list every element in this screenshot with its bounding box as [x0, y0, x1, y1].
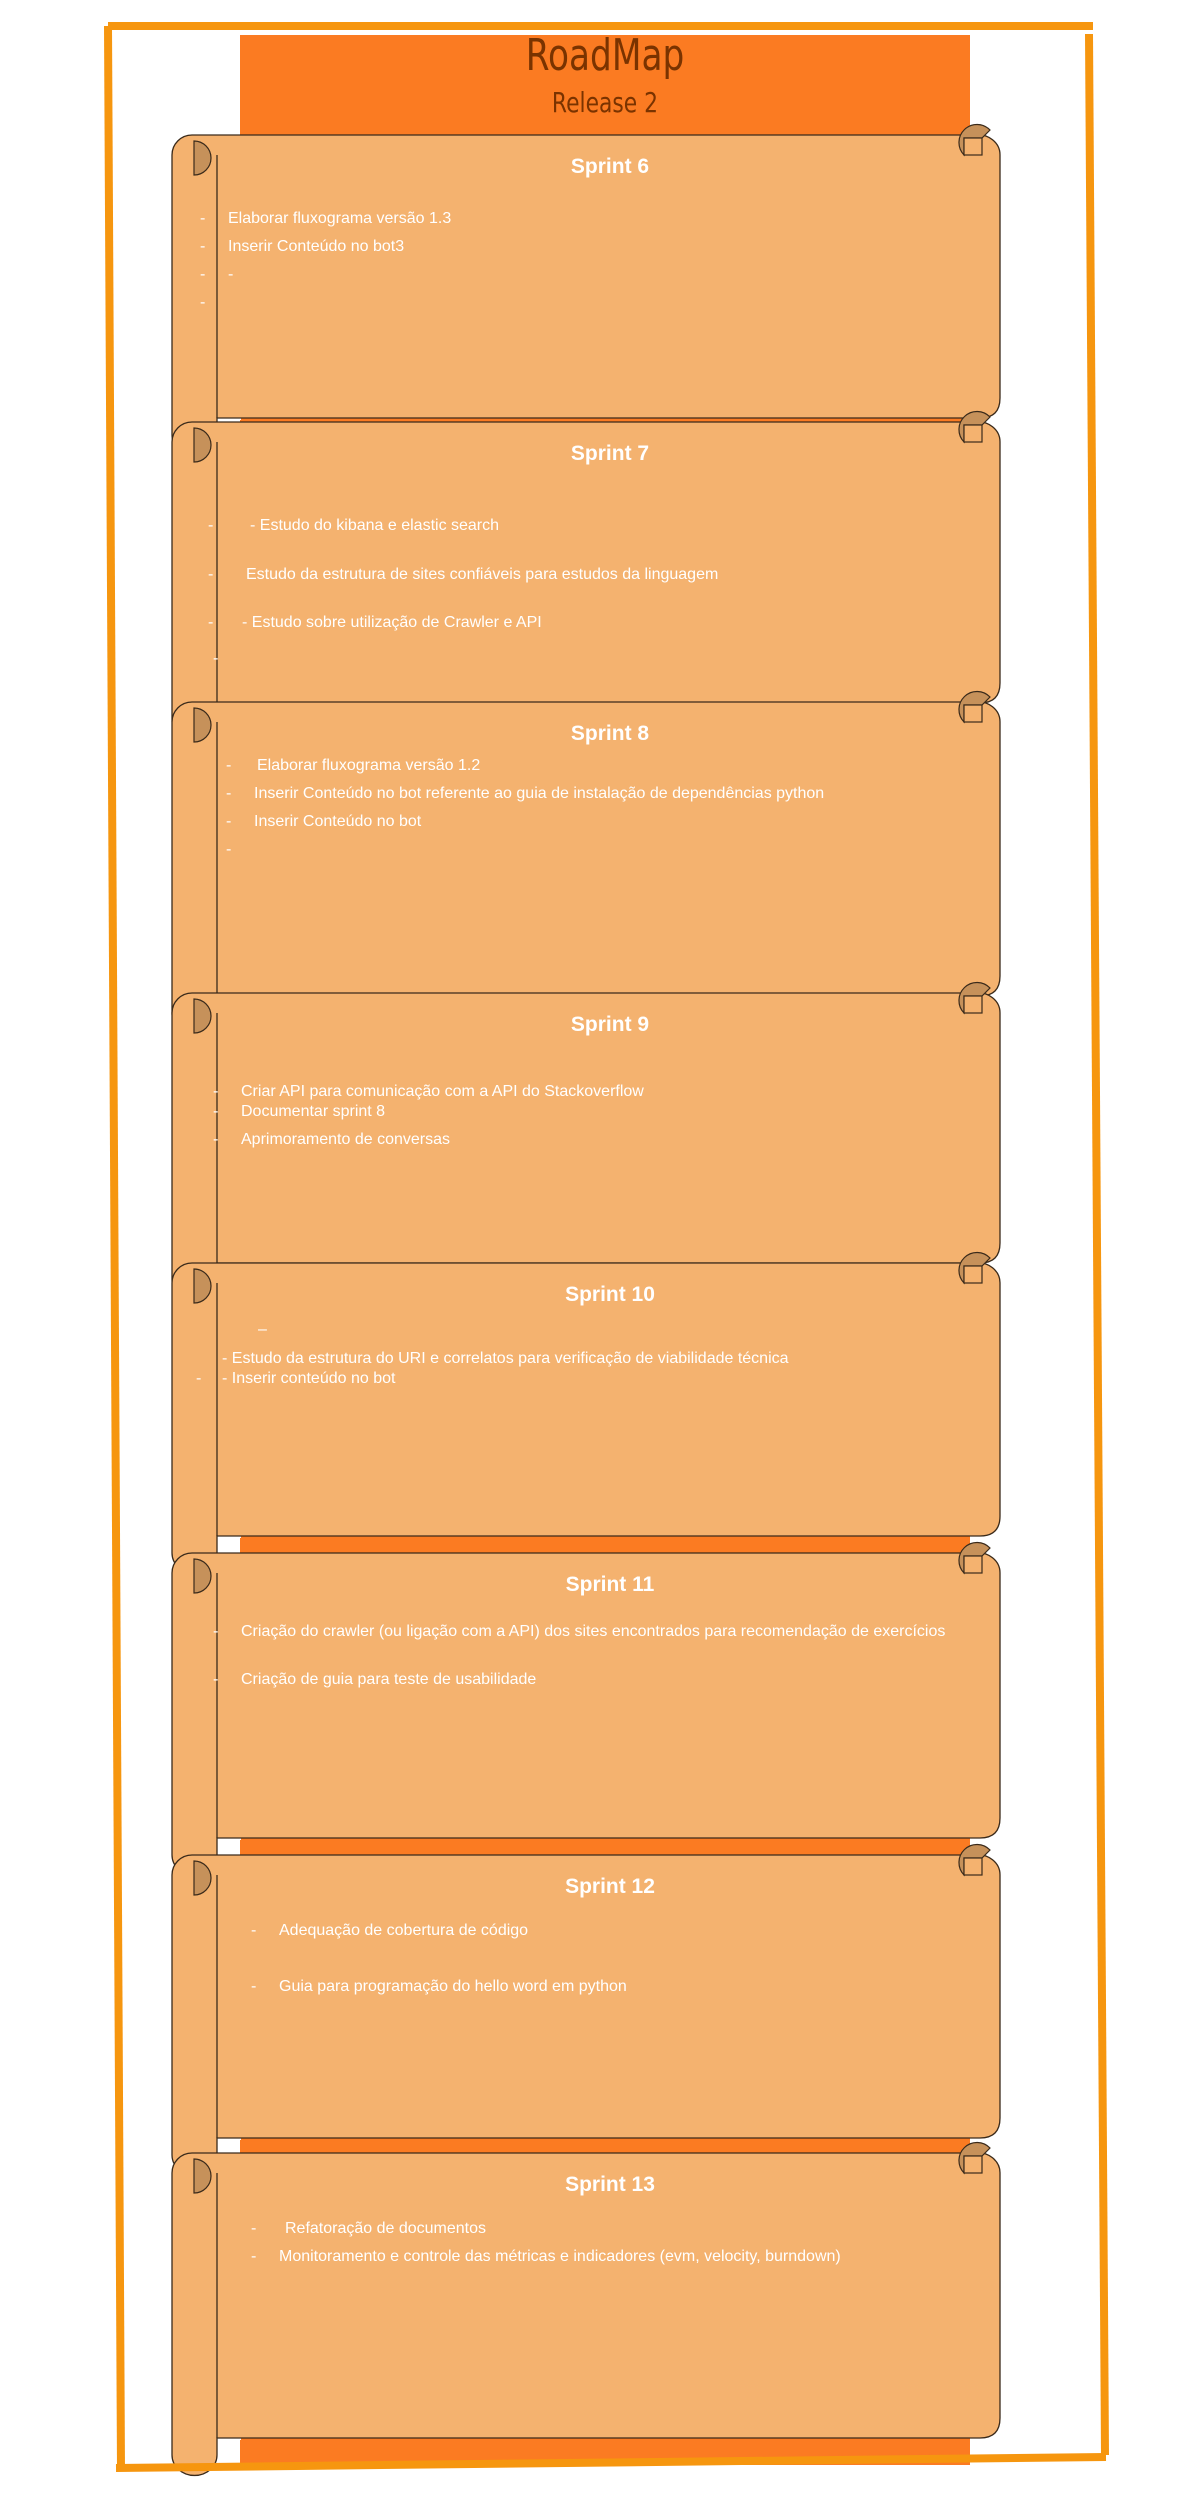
- scroll-curl-tab: [963, 995, 983, 1014]
- task-bullet: -: [196, 1370, 202, 1387]
- task-item: Criação de guia para teste de usabilidad…: [241, 1671, 537, 1688]
- task-bullet: -: [226, 841, 232, 858]
- task-item: - Estudo do kibana e elastic search: [250, 517, 500, 534]
- sprint-title: Sprint 13: [565, 2173, 655, 2196]
- task-item: –: [258, 1321, 267, 1338]
- task-item: -: [228, 266, 234, 283]
- scroll-body: [171, 1552, 1001, 1877]
- sprint-title: Sprint 7: [570, 442, 650, 465]
- page-title: RoadMap: [525, 30, 685, 81]
- task-bullet: -: [200, 266, 206, 283]
- release-subtitle: Release 2: [551, 86, 659, 119]
- scroll-body: [171, 134, 1001, 457]
- scroll-curl-tab: [963, 424, 983, 443]
- task-bullet: -: [200, 210, 206, 227]
- roadmap-frame: [104, 22, 1109, 2477]
- task-bullet: -: [200, 238, 206, 255]
- task-item: Adequação de cobertura de código: [279, 1922, 529, 1939]
- sprint-title: Sprint 11: [565, 1573, 655, 1596]
- scroll-curl-tab: [963, 1555, 983, 1574]
- task-item: Inserir Conteúdo no bot: [254, 813, 422, 830]
- sprint-title: Sprint 6: [570, 155, 650, 178]
- task-item: Refatoração de documentos: [285, 2220, 487, 2237]
- sprint-title: Sprint 8: [570, 722, 650, 745]
- task-bullet: -: [251, 2220, 257, 2237]
- scroll-body: [171, 2152, 1001, 2477]
- scroll-curl-tab: [963, 2155, 983, 2174]
- task-bullet: -: [251, 1978, 257, 1995]
- task-bullet: -: [226, 785, 232, 802]
- task-item: Documentar sprint 8: [241, 1103, 386, 1120]
- task-bullet: -: [251, 1922, 257, 1939]
- task-bullet: -: [213, 650, 219, 667]
- scroll-curl-tab: [963, 137, 983, 156]
- task-item: - Estudo sobre utilização de Crawler e A…: [242, 614, 542, 631]
- sprint-title: Sprint 12: [565, 1875, 655, 1898]
- task-item: Inserir Conteúdo no bot referente ao gui…: [254, 785, 825, 802]
- task-bullet: -: [213, 1623, 219, 1640]
- task-bullet: -: [213, 1131, 219, 1148]
- task-bullet: -: [226, 813, 232, 830]
- task-item: Criação do crawler (ou ligação com a API…: [241, 1623, 946, 1640]
- task-item: Criar API para comunicação com a API do …: [241, 1083, 644, 1100]
- task-item: Estudo da estrutura de sites confiáveis …: [246, 566, 719, 583]
- task-bullet: -: [213, 1083, 219, 1100]
- sprint-title: Sprint 9: [570, 1013, 650, 1036]
- task-bullet: -: [213, 1671, 219, 1688]
- scroll-curl-tab: [963, 1857, 983, 1876]
- task-bullet: -: [226, 757, 232, 774]
- sprint-title: Sprint 10: [565, 1283, 655, 1306]
- task-item: Guia para programação do hello word em p…: [279, 1978, 627, 1995]
- task-bullet: -: [213, 1103, 219, 1120]
- task-bullet: -: [251, 2248, 257, 2265]
- task-item: Inserir Conteúdo no bot3: [228, 238, 405, 255]
- task-bullet: -: [208, 566, 214, 583]
- task-item: Elaborar fluxograma versão 1.2: [257, 757, 481, 774]
- task-item: - Inserir conteúdo no bot: [222, 1370, 396, 1387]
- scroll-body: [171, 1262, 1001, 1575]
- scroll-curl-tab: [963, 704, 983, 723]
- task-bullet: -: [208, 517, 214, 534]
- scroll-body: [171, 701, 1001, 1035]
- task-bullet: -: [200, 294, 206, 311]
- task-item: - Estudo da estrutura do URI e correlato…: [222, 1350, 789, 1367]
- task-item: Monitoramento e controle das métricas e …: [279, 2248, 841, 2265]
- task-bullet: -: [208, 614, 214, 631]
- scroll-body: [171, 1854, 1001, 2177]
- task-item: Elaborar fluxograma versão 1.3: [228, 210, 452, 227]
- task-item: Aprimoramento de conversas: [241, 1131, 450, 1148]
- scroll-curl-tab: [963, 1265, 983, 1284]
